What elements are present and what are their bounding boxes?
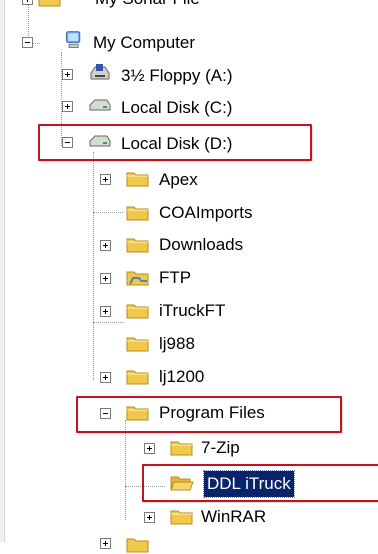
tree-item-label: 7-Zip [201,438,240,457]
tree-item-label: My Sonar File [92,0,203,12]
folder-icon [170,510,193,525]
tree-item-label: FTP [159,268,192,287]
expand-toggle[interactable] [100,240,111,251]
expand-toggle[interactable] [62,101,73,112]
hard-disk-icon [89,99,111,111]
expand-toggle[interactable] [100,174,111,185]
expand-toggle[interactable] [144,443,155,454]
shared-folder-icon [126,271,149,286]
tree-line [93,152,94,380]
tree-item-label: COAImports [159,203,253,222]
expand-toggle[interactable] [62,69,73,80]
tree-item-label: Local Disk (C:) [121,98,233,117]
highlight-box-disk-d [38,124,312,161]
tree-item-label: Apex [159,170,198,189]
expand-toggle[interactable] [144,512,155,523]
highlight-box-ddl-itruck [142,464,378,502]
tree-item-label: iTruckFT [159,301,226,320]
folder-icon [126,538,149,553]
tree-line [28,0,29,40]
folder-icon [126,238,149,253]
tree-item-label: My Computer [93,33,196,52]
folder-icon [126,304,149,319]
expand-toggle[interactable] [22,0,33,5]
tree-item-label: 3½ Floppy (A:) [121,66,233,85]
computer-icon [66,31,81,48]
folder-icon [126,172,149,187]
collapse-toggle[interactable] [22,37,33,48]
folder-icon [38,0,61,7]
floppy-drive-icon [90,64,110,80]
tree-line [93,212,123,213]
tree-item-label: Downloads [159,235,244,254]
tree-item-label: lj988 [159,334,195,353]
expand-toggle[interactable] [100,538,111,549]
folder-icon [126,206,149,221]
expand-toggle[interactable] [100,273,111,284]
expand-toggle[interactable] [100,372,111,383]
pane-left-edge [0,0,5,542]
folder-icon [126,370,149,385]
tree-item-label: lj1200 [159,367,205,386]
tree-item-label: WinRAR [201,507,267,526]
folder-icon [170,441,193,456]
folder-icon [126,337,149,352]
tree-line [93,322,123,323]
tree-line [125,420,126,520]
expand-toggle[interactable] [100,306,111,317]
highlight-box-program-files [76,396,342,433]
